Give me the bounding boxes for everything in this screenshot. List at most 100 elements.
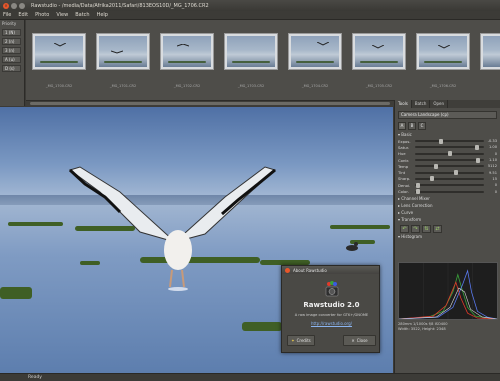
- slider-track[interactable]: [415, 163, 484, 169]
- priority-panel: Priority 1 (N) 2 (n) 3 (n) A (u) D (s): [0, 20, 25, 106]
- snapshot-b-button[interactable]: B: [408, 122, 416, 130]
- snapshot-c-button[interactable]: C: [418, 122, 426, 130]
- slider-track[interactable]: [415, 144, 484, 150]
- section-label: Transform: [401, 216, 422, 222]
- statusbar: Ready: [0, 373, 500, 381]
- menu-photo[interactable]: Photo: [35, 12, 49, 18]
- priority-all-button[interactable]: A (u): [2, 56, 21, 63]
- menu-edit[interactable]: Edit: [18, 12, 28, 18]
- menu-help[interactable]: Help: [97, 12, 108, 18]
- thumbnail-image: [35, 36, 83, 67]
- thumbnail-label: _MG_1702.CR2: [173, 84, 201, 88]
- weed-patch: [8, 222, 63, 226]
- weed-strip: [295, 61, 335, 63]
- thumbnail-image: [163, 36, 211, 67]
- thumbnail[interactable]: [160, 33, 214, 70]
- curve-section[interactable]: ▸ Curve: [398, 210, 497, 216]
- section-label: Lens Correction: [401, 202, 433, 208]
- maximize-window-button[interactable]: [19, 2, 25, 9]
- slider-knob[interactable]: [475, 144, 480, 150]
- thumbnail[interactable]: [224, 33, 278, 70]
- histogram-section-header[interactable]: ▾ Histogram: [398, 234, 497, 240]
- priority-label: Priority: [2, 21, 17, 26]
- slider-track[interactable]: [415, 189, 484, 195]
- thumbnail[interactable]: [480, 33, 500, 70]
- exif-dimensions: Width: 3522, Height: 2348: [398, 327, 446, 331]
- dialog-close-icon[interactable]: [285, 267, 290, 273]
- slider-track[interactable]: [415, 138, 484, 144]
- thumbnail-label: _MG_1705.CR2: [365, 84, 393, 88]
- thumbnail-image: [227, 36, 275, 67]
- thumbnail[interactable]: [96, 33, 150, 70]
- scrollbar-thumb[interactable]: [30, 102, 390, 105]
- slider-knob[interactable]: [476, 157, 481, 163]
- about-dialog: About Rawstudio Rawstudio 2.0 A raw imag…: [281, 265, 380, 353]
- slider-knob[interactable]: [433, 163, 438, 169]
- slider-track[interactable]: [415, 170, 484, 176]
- slider-track[interactable]: [415, 157, 484, 163]
- priority-1-button[interactable]: 1 (N): [2, 29, 21, 36]
- flip-icon[interactable]: ⇅: [422, 224, 431, 233]
- menu-batch[interactable]: Batch: [75, 12, 89, 18]
- bird-icon: [177, 43, 190, 47]
- slider-knob[interactable]: [447, 151, 452, 157]
- thumbnail[interactable]: [288, 33, 342, 70]
- minimize-window-button[interactable]: [11, 2, 17, 9]
- credits-button[interactable]: ✦ Credits: [287, 335, 315, 346]
- priority-2-button[interactable]: 2 (n): [2, 38, 21, 45]
- dialog-website-link[interactable]: http://rawstudio.org/: [282, 321, 381, 326]
- section-label: Channel Mixer: [401, 195, 430, 201]
- slider-track[interactable]: [415, 182, 484, 188]
- thumbnail-image: [291, 36, 339, 67]
- thumbnail-label: _MG_1701.CR2: [109, 84, 137, 88]
- slider-value: 0: [494, 151, 497, 156]
- slider-value: 1.10: [488, 158, 497, 163]
- slider-track[interactable]: [415, 176, 484, 182]
- thumbnail[interactable]: [352, 33, 406, 70]
- status-text: Ready: [28, 375, 42, 380]
- close-button[interactable]: ✕ Close: [343, 335, 376, 346]
- tab-batch[interactable]: Batch: [412, 100, 431, 108]
- thumbnail[interactable]: [32, 33, 86, 70]
- priority-3-button[interactable]: 3 (n): [2, 47, 21, 54]
- mirror-icon[interactable]: ⇄: [433, 224, 442, 233]
- close-window-button[interactable]: ×: [3, 2, 9, 9]
- channel-mixer-section[interactable]: ▸ Channel Mixer: [398, 196, 497, 202]
- slider-value: 1.00: [488, 145, 497, 150]
- tool-panel: Tools Batch Open Camera Landscape (cp) A…: [394, 100, 500, 373]
- thumbnail-image: [99, 36, 147, 67]
- menu-file[interactable]: File: [3, 12, 11, 18]
- tab-open[interactable]: Open: [430, 100, 449, 108]
- weed-strip: [167, 61, 207, 63]
- rotate-left-icon[interactable]: ↶: [400, 224, 409, 233]
- slider-row: Color. 0: [398, 188, 497, 195]
- slider-knob[interactable]: [454, 170, 459, 176]
- snapshot-a-button[interactable]: A: [398, 122, 406, 130]
- lens-correction-section[interactable]: ▸ Lens Correction: [398, 203, 497, 209]
- thumbnail-label: _MG_1704.CR2: [301, 84, 329, 88]
- slider-knob[interactable]: [430, 176, 435, 182]
- slider-label: Temp: [398, 163, 409, 169]
- slider-knob[interactable]: [439, 138, 444, 144]
- star-icon: ✦: [291, 338, 295, 343]
- bird-icon: [54, 42, 67, 47]
- slider-label: Expos.: [398, 138, 411, 144]
- camera-profile-select[interactable]: Camera Landscape (cp): [398, 111, 497, 119]
- slider-knob[interactable]: [416, 189, 421, 195]
- thumbnail-selected[interactable]: [416, 33, 470, 70]
- slider-label: Satur.: [398, 144, 410, 150]
- dialog-titlebar: About Rawstudio: [282, 266, 379, 274]
- transform-section-header[interactable]: ▾ Transform: [398, 217, 497, 223]
- slider-track[interactable]: [415, 151, 484, 157]
- thumbnail-label: _MG_1700.CR2: [45, 84, 73, 88]
- small-bird: [346, 242, 358, 251]
- priority-deleted-button[interactable]: D (s): [2, 65, 21, 72]
- menu-view[interactable]: View: [56, 12, 68, 18]
- tab-tools[interactable]: Tools: [395, 100, 412, 108]
- basic-section-label: Basic: [401, 132, 412, 137]
- rotate-right-icon[interactable]: ↷: [411, 224, 420, 233]
- dialog-description: A raw image converter for GTK+/GNOME: [294, 313, 369, 317]
- window-titlebar: × Rawstudio - /media/Data/Afrika2011/Saf…: [0, 0, 500, 11]
- slider-knob[interactable]: [416, 182, 421, 188]
- weed-patch: [330, 225, 390, 229]
